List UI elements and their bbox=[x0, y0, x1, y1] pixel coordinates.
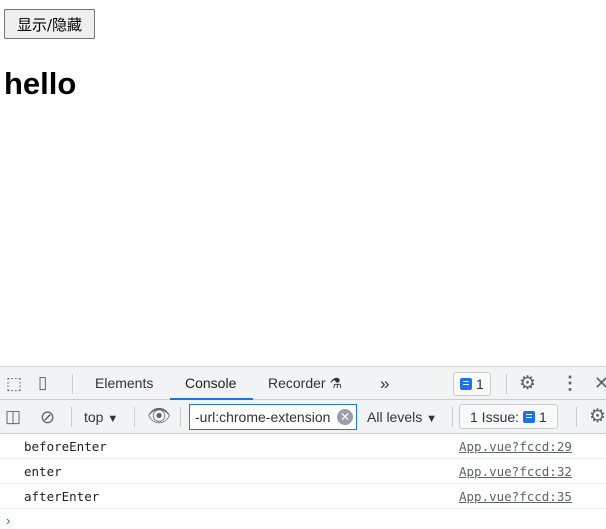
divider bbox=[72, 374, 73, 394]
message-text: enter bbox=[24, 464, 62, 479]
hello-heading: hello bbox=[4, 66, 77, 101]
flask-icon: ⚗ bbox=[329, 375, 343, 391]
console-settings-gear-icon[interactable]: ⚙ bbox=[589, 407, 606, 426]
levels-value: All levels bbox=[367, 409, 423, 425]
dropdown-arrow-icon: ▼ bbox=[107, 413, 119, 425]
console-messages: beforeEnter App.vue?fccd:29 enter App.vu… bbox=[0, 434, 606, 529]
divider bbox=[506, 374, 507, 394]
issues-count: 1 bbox=[476, 376, 484, 392]
tab-elements[interactable]: Elements bbox=[95, 367, 153, 400]
close-icon[interactable]: ✕ bbox=[594, 374, 606, 392]
console-message: beforeEnter App.vue?fccd:29 bbox=[0, 434, 606, 459]
eye-icon[interactable]: 👁 bbox=[147, 407, 171, 426]
devtools-tabbar: ⬚ ▯ Elements Console Recorder ⚗ » 1 ⚙ ⋮ … bbox=[0, 367, 606, 400]
page-content: 显示/隐藏 hello bbox=[0, 0, 606, 366]
dropdown-arrow-icon: ▼ bbox=[426, 413, 438, 425]
source-link[interactable]: App.vue?fccd:29 bbox=[459, 434, 572, 459]
inspect-element-icon[interactable]: ⬚ bbox=[6, 375, 22, 392]
tab-recorder[interactable]: Recorder ⚗ bbox=[268, 367, 342, 400]
context-value: top bbox=[84, 409, 104, 425]
more-tabs-button[interactable]: » bbox=[380, 367, 389, 400]
prompt-chevron-icon: › bbox=[6, 513, 11, 528]
tab-recorder-label: Recorder bbox=[268, 375, 326, 391]
console-prompt[interactable]: › bbox=[0, 509, 606, 529]
tab-console[interactable]: Console bbox=[170, 367, 253, 400]
source-link[interactable]: App.vue?fccd:35 bbox=[459, 484, 572, 509]
console-message: enter App.vue?fccd:32 bbox=[0, 459, 606, 484]
message-text: beforeEnter bbox=[24, 439, 107, 454]
device-toolbar-icon[interactable]: ▯ bbox=[38, 374, 47, 391]
clear-filter-icon[interactable]: ✕ bbox=[337, 409, 353, 425]
issues-counter-button[interactable]: 1 bbox=[453, 372, 491, 396]
console-toolbar: ◫ ⊘ top ▼ 👁 -url:chrome-extension ✕ All … bbox=[0, 400, 606, 434]
divider bbox=[134, 407, 135, 427]
divider bbox=[180, 407, 181, 427]
settings-gear-icon[interactable]: ⚙ bbox=[519, 374, 536, 393]
divider bbox=[576, 407, 577, 427]
clear-console-icon[interactable]: ⊘ bbox=[40, 408, 55, 426]
issues-badge-count: 1 bbox=[539, 408, 547, 425]
log-levels-dropdown[interactable]: All levels ▼ bbox=[367, 409, 437, 425]
issues-label: 1 Issue: bbox=[470, 408, 520, 425]
context-selector[interactable]: top ▼ bbox=[84, 409, 118, 425]
message-icon bbox=[523, 410, 536, 423]
sidebar-toggle-icon[interactable]: ◫ bbox=[5, 408, 21, 425]
source-link[interactable]: App.vue?fccd:32 bbox=[459, 459, 572, 484]
toggle-show-hide-button[interactable]: 显示/隐藏 bbox=[4, 9, 95, 39]
divider bbox=[452, 407, 453, 427]
message-icon bbox=[460, 378, 472, 390]
divider bbox=[71, 407, 72, 427]
filter-value: -url:chrome-extension bbox=[195, 409, 331, 425]
console-message: afterEnter App.vue?fccd:35 bbox=[0, 484, 606, 509]
devtools-panel: ⬚ ▯ Elements Console Recorder ⚗ » 1 ⚙ ⋮ … bbox=[0, 366, 606, 529]
issues-button[interactable]: 1 Issue: 1 bbox=[459, 404, 558, 429]
message-text: afterEnter bbox=[24, 489, 100, 504]
more-options-icon[interactable]: ⋮ bbox=[561, 374, 579, 392]
console-filter-input[interactable]: -url:chrome-extension ✕ bbox=[189, 404, 357, 430]
